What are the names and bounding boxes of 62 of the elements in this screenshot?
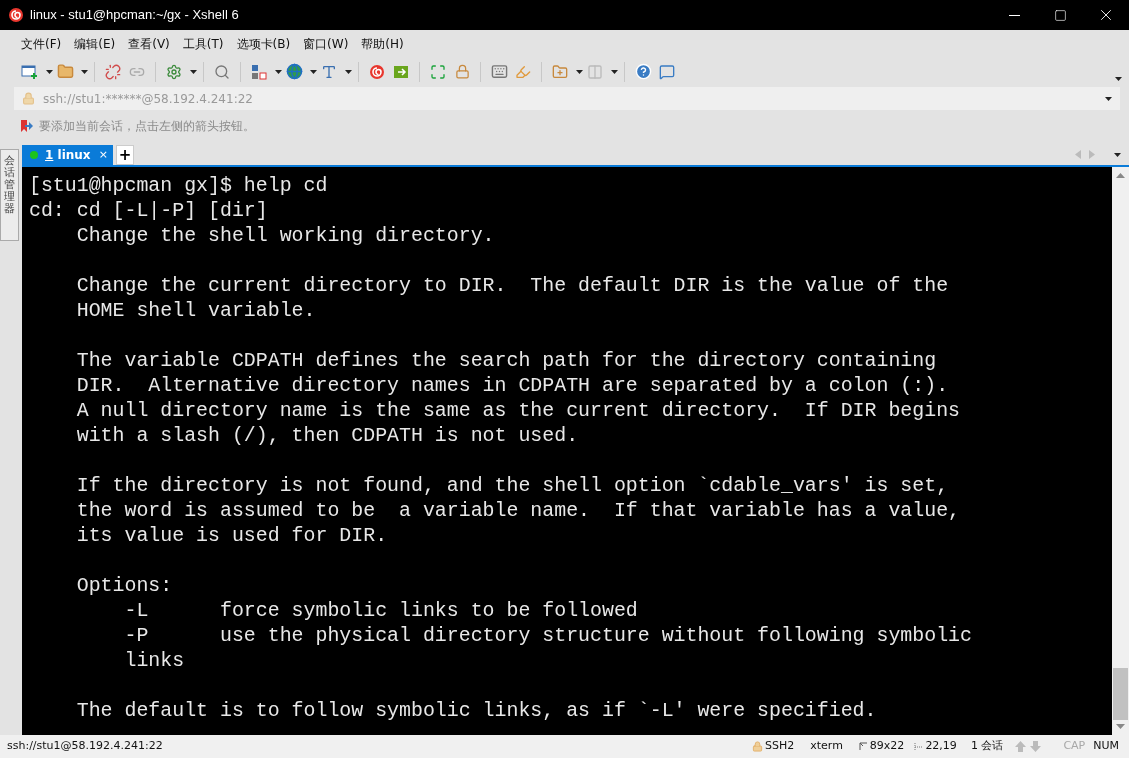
menu-item[interactable]: 查看(V)	[127, 34, 171, 53]
status-terminal-type: xterm	[810, 738, 843, 755]
terminal-line: Options:	[75, 573, 173, 598]
menu-item[interactable]: 编辑(E)	[73, 34, 117, 53]
terminal-line: HOME shell variable.	[75, 298, 316, 323]
status-cursor: 22,19	[925, 738, 957, 755]
cursor-icon	[914, 742, 924, 751]
new-tab-button[interactable]: +	[116, 145, 134, 165]
resize-icon	[858, 742, 868, 751]
caret-icon[interactable]	[81, 69, 88, 74]
bookmark-arrow-icon[interactable]	[20, 119, 33, 133]
terminal-line: cd: cd [-L|-P] [dir]	[29, 198, 268, 223]
terminal-line: links	[123, 648, 185, 673]
window-title: linux - stu1@hpcman:~/gx - Xshell 6	[30, 6, 239, 25]
terminal-line: A null directory name is the same as the current directory. If DIR begins	[75, 398, 961, 423]
terminal-line: -P use the physical directory structure without following symbolic	[123, 623, 972, 648]
hint-text: 要添加当前会话，点击左侧的箭头按钮。	[39, 118, 255, 135]
tab-label: 1 linux	[45, 147, 91, 164]
terminal-line: Change the current directory to DIR. The default DIR is the value of the	[75, 273, 949, 298]
terminal-line: its value is used for DIR.	[75, 523, 388, 548]
lock-icon	[22, 92, 35, 105]
caret-icon[interactable]	[1115, 76, 1122, 81]
menu-item[interactable]: 工具(T)	[181, 34, 225, 53]
maximize-icon	[1053, 8, 1067, 22]
session-manager-tab[interactable]: 会话管理器	[0, 149, 19, 241]
terminal-line: DIR. Alternative directory names in CDPATH are separated by a colon (:).	[75, 373, 949, 398]
menu-item[interactable]: 文件(F)	[20, 34, 63, 53]
menu-item[interactable]: 选项卡(B)	[235, 34, 292, 53]
status-connection: ssh://stu1@58.192.4.241:22	[7, 738, 163, 755]
caret-icon[interactable]	[310, 69, 317, 74]
terminal-line: the word is assumed to be a variable name. If that variable has a value,	[75, 498, 961, 523]
session-tab[interactable]: 1 linux ×	[22, 145, 113, 165]
caret-icon[interactable]	[1114, 153, 1121, 157]
lock-icon	[751, 741, 763, 752]
minimize-icon	[1008, 14, 1020, 16]
scrollbar[interactable]	[1112, 167, 1129, 735]
menu-item[interactable]: 帮助(H)	[360, 34, 405, 53]
terminal-line: If the directory is not found, and the shell option `cdable_vars' is set,	[75, 473, 949, 498]
status-size: 89x22	[869, 738, 905, 755]
terminal-line: The variable CDPATH defines the search path for the directory containing	[75, 348, 937, 373]
spiral-logo-icon	[8, 7, 24, 23]
caret-icon[interactable]	[46, 69, 53, 74]
terminal-line: Change the shell working directory.	[75, 223, 495, 248]
scroll-down-icon[interactable]	[1116, 724, 1125, 729]
caret-icon[interactable]	[576, 69, 583, 74]
terminal-line: with a slash (/), then CDPATH is not used.	[75, 423, 579, 448]
status-sessions: 1 会话	[970, 738, 1004, 755]
status-protocol: SSH2	[764, 738, 795, 755]
terminal-line: [stu1@hpcman gx]$ help cd	[29, 173, 328, 198]
caret-icon[interactable]	[345, 69, 352, 74]
menu-item[interactable]: 窗口(W)	[302, 34, 350, 53]
terminal-line: The default is to follow symbolic links, as if `-L' were specified.	[75, 698, 877, 723]
scroll-up-icon[interactable]	[1116, 173, 1125, 178]
caret-icon[interactable]	[190, 69, 197, 74]
status-indicator: NUM	[1093, 738, 1119, 755]
caret-icon[interactable]	[1105, 96, 1112, 101]
tab-close-button[interactable]: ×	[98, 146, 108, 164]
caret-icon[interactable]	[275, 69, 282, 74]
terminal-line: -L force symbolic links to be followed	[123, 598, 638, 623]
caret-icon[interactable]	[611, 69, 618, 74]
status-indicator: CAP	[1063, 738, 1086, 755]
scrollbar-thumb[interactable]	[1113, 668, 1128, 720]
